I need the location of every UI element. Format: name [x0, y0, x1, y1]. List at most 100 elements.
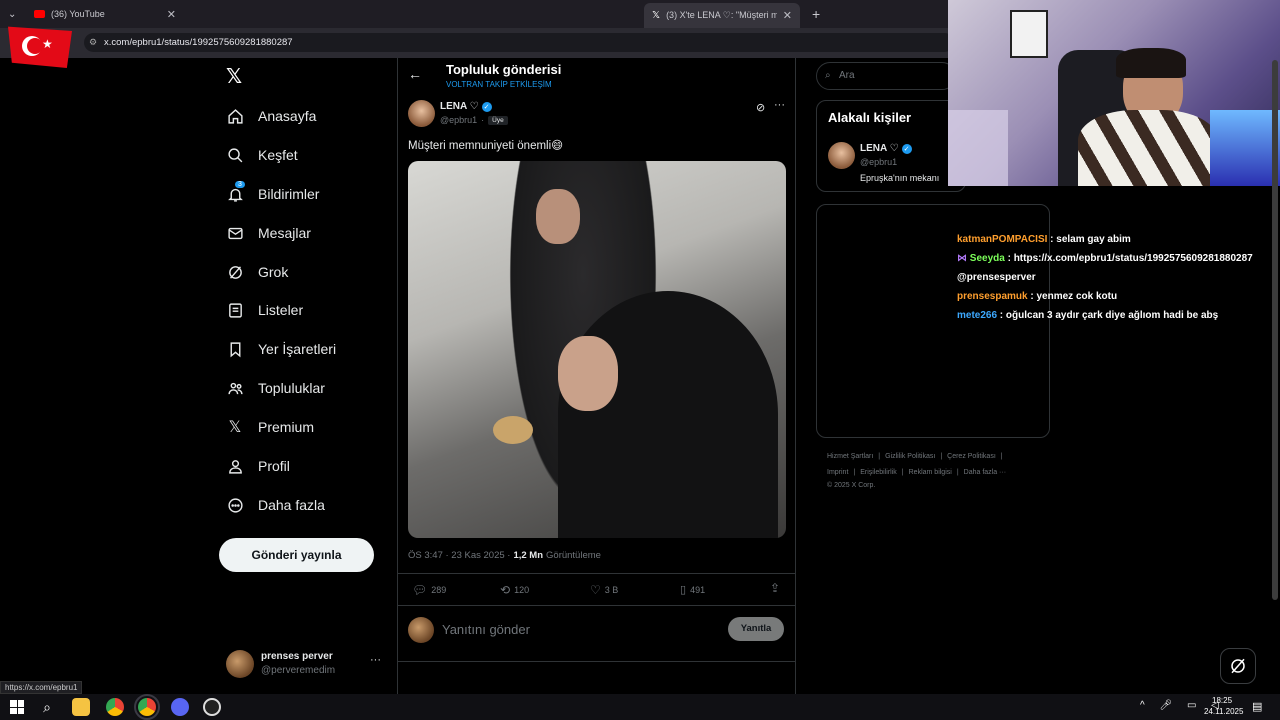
search-icon[interactable]: ⌕ [38, 698, 56, 716]
grok-icon[interactable]: ⊘ [756, 101, 765, 114]
mail-icon [226, 224, 244, 242]
view-label: Görüntüleme [546, 550, 601, 561]
account-name: prenses perver [261, 651, 333, 662]
turkish-flag-overlay: ★ [8, 26, 72, 68]
notification-badge: 3 [235, 181, 245, 188]
post-column: ← Topluluk gönderisi VOLTRAN TAKİP ETKİL… [397, 58, 796, 694]
post-button[interactable]: Gönderi yayınla [219, 538, 374, 572]
bookmark-action[interactable]: ▯ 491 [680, 583, 705, 596]
repost-action[interactable]: ⟲ 120 [500, 583, 529, 597]
stream-chat-overlay: katmanPOMPACISI : selam gay abim ⋈ Seeyd… [957, 230, 1275, 325]
more-icon [226, 496, 244, 514]
file-explorer-icon[interactable] [72, 698, 90, 716]
x-logo-icon: 𝕏 [652, 10, 661, 21]
member-badge: Üye [488, 115, 508, 125]
sidebar-item-messages[interactable]: Mesajlar [226, 221, 311, 245]
sidebar-item-premium[interactable]: 𝕏 Premium [226, 415, 314, 439]
verified-badge-icon: ✓ [481, 101, 492, 112]
heart-icon: ♡ [590, 583, 601, 597]
obs-icon[interactable] [203, 698, 221, 716]
grok-floating-button[interactable] [1220, 648, 1256, 684]
author-handle-row: @epbru1 · Üye [440, 115, 508, 125]
sidebar-item-explore[interactable]: Keşfet [226, 143, 298, 167]
chat-message: mete266 : oğulcan 3 aydır çark diye ağlı… [957, 310, 1219, 321]
chrome-icon[interactable] [134, 694, 160, 720]
account-handle: @perveremedim [261, 665, 336, 676]
scrollbar[interactable] [1272, 60, 1278, 600]
related-people-panel: Alakalı kişiler LENA ♡ ✓ @epbru1 Epruşka… [816, 100, 966, 192]
notifications-icon[interactable]: ▤ [1252, 700, 1262, 713]
communities-icon [226, 379, 244, 397]
chat-message: katmanPOMPACISI : selam gay abim [957, 234, 1131, 245]
search-icon: ⌕ [825, 70, 831, 81]
sidebar-item-communities[interactable]: Topluluklar [226, 376, 325, 400]
chat-message: prensespamuk : yenmez cok kotu [957, 291, 1118, 302]
x-logo-icon: 𝕏 [228, 419, 242, 436]
share-icon[interactable]: ⇪ [770, 581, 780, 595]
verified-badge-icon: ✓ [901, 143, 912, 154]
page-title: Topluluk gönderisi [446, 62, 562, 77]
close-tab-icon[interactable]: ✕ [167, 8, 176, 21]
account-switcher[interactable]: prenses perver @perveremedim ··· [226, 648, 386, 680]
related-name-row[interactable]: LENA ♡ ✓ [860, 143, 912, 154]
tab-youtube[interactable]: (36) YouTube ✕ [26, 4, 184, 24]
sidebar-item-profile[interactable]: Profil [226, 454, 290, 478]
url-field[interactable]: ⚙ x.com/epbru1/status/199257560928188028… [84, 33, 954, 52]
new-tab-button[interactable]: + [804, 4, 824, 24]
separator-dot: · [481, 115, 485, 125]
panel-title: Alakalı kişiler [828, 110, 912, 125]
more-dots-icon[interactable]: ··· [774, 99, 785, 111]
tab-list-button[interactable]: ⌄ [0, 4, 22, 24]
view-count: 1,2 Mn [513, 550, 544, 561]
author-name-row[interactable]: LENA ♡ ✓ [440, 101, 492, 112]
community-name[interactable]: VOLTRAN TAKİP ETKİLEŞİM [446, 80, 552, 89]
bookmark-icon [226, 340, 244, 358]
chat-message: @prensesperver [957, 272, 1036, 283]
search-input[interactable]: ⌕ Ara [816, 62, 956, 90]
home-icon [226, 107, 244, 125]
grok-icon [1231, 658, 1245, 674]
clock-date[interactable]: 24.11.2025 [1204, 707, 1243, 716]
sidebar-item-grok[interactable]: Grok [226, 260, 288, 284]
footer-links-row-2: Imprint | Erişilebilirlik | Reklam bilgi… [827, 469, 1007, 476]
author-handle: @epbru1 [440, 115, 478, 125]
sidebar-item-lists[interactable]: Listeler [226, 298, 303, 322]
reply-button[interactable]: Yanıtla [728, 617, 784, 641]
sidebar-item-more[interactable]: Daha fazla [226, 493, 325, 517]
reply-action[interactable]: 💬︎ 289 [412, 583, 446, 597]
post-timestamp: ÖS 3:47 · 23 Kas 2025 · [408, 550, 511, 561]
grok-icon [226, 263, 244, 281]
post-timestamp-row: ÖS 3:47 · 23 Kas 2025 · 1,2 Mn Görüntüle… [408, 550, 601, 561]
site-settings-icon[interactable]: ⚙ [89, 33, 97, 52]
sidebar-item-home[interactable]: Anasayfa [226, 104, 316, 128]
bookmark-icon: ▯ [680, 584, 687, 596]
copyright: © 2025 X Corp. [827, 482, 876, 489]
tab-x-post[interactable]: 𝕏 (3) X'te LENA ♡: "Müşteri memn ✕ [644, 3, 800, 28]
sidebar-item-notifications[interactable]: 3 Bildirimler [226, 181, 319, 206]
windows-start-icon[interactable] [8, 698, 26, 716]
sidebar-item-bookmarks[interactable]: Yer İşaretleri [226, 337, 336, 361]
chrome-icon[interactable] [106, 698, 124, 716]
reply-avatar [408, 617, 434, 643]
list-icon [226, 301, 244, 319]
bell-icon: 3 [226, 181, 245, 203]
avatar [226, 650, 254, 678]
chat-message: ⋈ Seeyda : https://x.com/epbru1/status/1… [957, 253, 1253, 264]
related-avatar[interactable] [828, 142, 855, 169]
post-media-image[interactable] [408, 161, 786, 538]
repost-icon: ⟲ [500, 583, 511, 597]
footer-links-row-1: Hizmet Şartları | Gizlilik Politikası | … [827, 453, 1003, 460]
close-tab-icon[interactable]: ✕ [783, 9, 792, 22]
youtube-icon [34, 10, 45, 18]
reply-input[interactable]: Yanıtını gönder [442, 622, 712, 637]
discord-icon[interactable] [171, 698, 189, 716]
windows-taskbar [0, 694, 1280, 720]
back-arrow-icon[interactable]: ← [408, 66, 422, 82]
sidebar-nav: Anasayfa Keşfet 3 Bildirimler Mesajlar G… [218, 58, 398, 694]
butterfly-icon: ⋈ [957, 253, 970, 264]
post-text: Müşteri memnuniyeti önemli😄 [408, 140, 564, 152]
clock-time[interactable]: 18:25 [1212, 696, 1232, 705]
more-dots-icon[interactable]: ··· [370, 654, 381, 666]
author-avatar[interactable] [408, 100, 435, 127]
like-action[interactable]: ♡ 3 B [590, 583, 618, 597]
